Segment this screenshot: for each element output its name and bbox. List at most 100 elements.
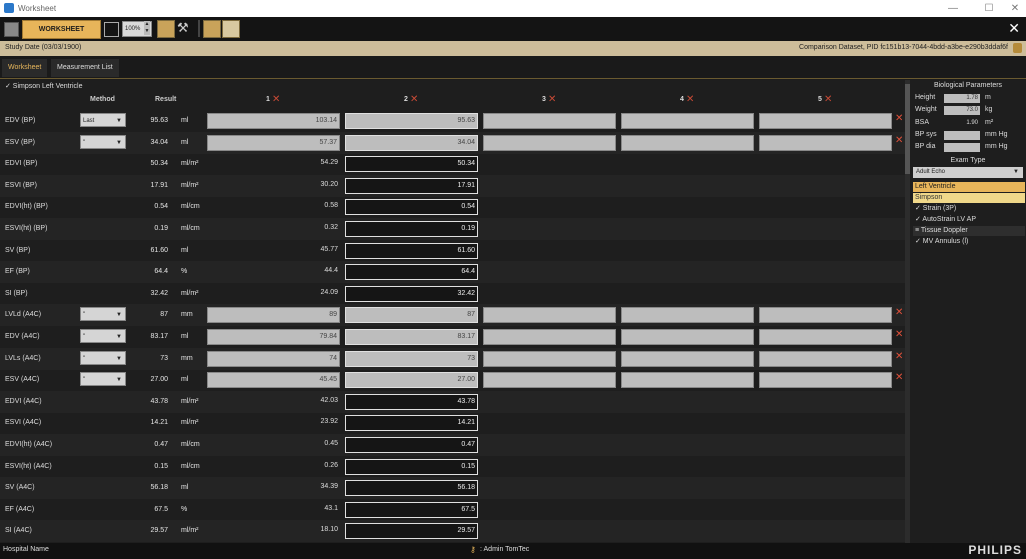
unit-label: ml/m²: [181, 527, 199, 535]
column-2-cell[interactable]: 0.47: [345, 437, 478, 453]
result-value: 73: [160, 354, 168, 362]
column-2-cell[interactable]: 17.91: [345, 177, 478, 194]
column-2-cell[interactable]: 95.63: [345, 113, 478, 129]
exam-item-simpson[interactable]: Simpson: [913, 193, 1025, 203]
column-4-cell[interactable]: [621, 350, 754, 367]
column-5-cell[interactable]: [759, 329, 892, 345]
delete-row-icon[interactable]: ✕: [895, 372, 903, 383]
method-dropdown[interactable]: " ▼: [80, 350, 126, 365]
tab-measurement-list[interactable]: Measurement List: [51, 59, 119, 77]
exam-item-mv-annulus[interactable]: ✓ MV Annulus (l): [913, 237, 1025, 247]
column-5-cell[interactable]: [759, 350, 892, 367]
method-value: ": [83, 312, 86, 319]
column-2-cell[interactable]: 83.17: [345, 329, 478, 345]
worksheet-button[interactable]: WORKSHEET: [22, 20, 101, 39]
table-row: ESVI(ht) (BP) 0.19 ml/cm 0.32 0.19: [0, 218, 905, 240]
bsa-unit: m²: [985, 119, 994, 126]
maximize-button[interactable]: ☐: [980, 2, 998, 15]
exam-type-select[interactable]: Adult Echo ▼: [913, 167, 1023, 178]
height-field[interactable]: 1.78: [944, 94, 980, 103]
tools-icon[interactable]: ⚒: [177, 20, 191, 36]
measurement-label: SV (BP): [5, 246, 31, 254]
column-2-cell[interactable]: 32.42: [345, 285, 478, 302]
column-2-cell[interactable]: 56.18: [345, 480, 478, 497]
column-2-cell[interactable]: 73: [345, 350, 478, 367]
delete-row-icon[interactable]: ✕: [895, 113, 903, 124]
table-row: SI (A4C) 29.57 ml/m² 18.10 29.57: [0, 520, 905, 543]
column-3-cell[interactable]: [483, 372, 616, 389]
column-1-cell[interactable]: 45.45: [207, 372, 340, 389]
result-value: 32.42: [150, 289, 168, 297]
column-1-cell[interactable]: 74: [207, 350, 340, 367]
user-key-icon: ⚷: [470, 545, 476, 554]
zoom-stepper[interactable]: ▲ ▼: [144, 21, 150, 35]
column-4-cell[interactable]: [621, 113, 754, 129]
window-close-button[interactable]: ✕: [1006, 2, 1024, 15]
column-4-cell[interactable]: [621, 307, 754, 324]
delete-row-icon[interactable]: ✕: [895, 329, 903, 340]
column-4-cell[interactable]: [621, 372, 754, 389]
column-1-delete-icon[interactable]: ✕: [272, 94, 280, 105]
chevron-down-icon: ▼: [116, 355, 122, 362]
method-dropdown[interactable]: " ▼: [80, 307, 126, 322]
column-4-cell[interactable]: [621, 134, 754, 151]
tab-worksheet[interactable]: Worksheet: [2, 59, 48, 77]
column-5-delete-icon[interactable]: ✕: [824, 94, 832, 105]
column-3-cell[interactable]: [483, 113, 616, 129]
delete-row-icon[interactable]: ✕: [895, 307, 903, 318]
hand-icon[interactable]: [157, 20, 175, 38]
method-dropdown[interactable]: " ▼: [80, 329, 126, 343]
minimize-button[interactable]: —: [944, 2, 962, 15]
grid-icon[interactable]: [4, 22, 19, 37]
method-dropdown[interactable]: " ▼: [80, 134, 126, 149]
column-3-delete-icon[interactable]: ✕: [548, 94, 556, 105]
close-worksheet-icon[interactable]: ✕: [1008, 20, 1020, 37]
column-1-cell[interactable]: 57.37: [207, 134, 340, 151]
column-2-cell[interactable]: 0.54: [345, 199, 478, 216]
method-dropdown[interactable]: " ▼: [80, 372, 126, 387]
column-2-cell[interactable]: 29.57: [345, 523, 478, 540]
column-2-cell[interactable]: 87: [345, 307, 478, 324]
exam-item-autostrain[interactable]: ✓ AutoStrain LV AP: [913, 215, 1025, 225]
column-3-cell[interactable]: [483, 350, 616, 367]
column-5-cell[interactable]: [759, 134, 892, 151]
copy-icon[interactable]: [203, 20, 221, 38]
column-2-cell[interactable]: 0.19: [345, 221, 478, 237]
column-2-cell[interactable]: 0.15: [345, 458, 478, 475]
column-1-cell[interactable]: 79.84: [207, 329, 340, 345]
column-2-cell[interactable]: 43.78: [345, 393, 478, 410]
column-3-cell[interactable]: [483, 134, 616, 151]
column-4-delete-icon[interactable]: ✕: [686, 94, 694, 105]
column-2-cell[interactable]: 34.04: [345, 134, 478, 151]
column-1-cell[interactable]: 89: [207, 307, 340, 324]
delete-row-icon[interactable]: ✕: [895, 135, 903, 146]
column-2-cell[interactable]: 61.60: [345, 242, 478, 259]
column-2-cell[interactable]: 50.34: [345, 156, 478, 173]
column-5-cell[interactable]: [759, 307, 892, 324]
column-4-cell[interactable]: [621, 329, 754, 345]
exam-item-left-ventricle[interactable]: Left Ventricle: [913, 182, 1025, 192]
column-3-cell[interactable]: [483, 329, 616, 345]
column-5-cell[interactable]: [759, 113, 892, 129]
report-icon[interactable]: [222, 20, 240, 38]
exam-item-tissue-doppler[interactable]: ≡ Tissue Doppler: [913, 226, 1025, 236]
column-2-delete-icon[interactable]: ✕: [410, 94, 418, 105]
lock-icon[interactable]: [1013, 43, 1022, 53]
chevron-down-icon: ▼: [116, 377, 122, 384]
column-2-cell[interactable]: 67.5: [345, 501, 478, 518]
column-3-cell[interactable]: [483, 307, 616, 324]
column-2-cell[interactable]: 14.21: [345, 415, 478, 432]
bp-dia-field[interactable]: [944, 143, 980, 152]
weight-field[interactable]: 73.0: [944, 106, 980, 115]
column-1-cell[interactable]: 103.14: [207, 113, 340, 129]
column-2-cell[interactable]: 27.00: [345, 372, 478, 389]
column-2-cell[interactable]: 64.4: [345, 264, 478, 281]
method-dropdown[interactable]: Last ▼: [80, 113, 126, 127]
table-row: ESVI (BP) 17.91 ml/m² 30.20 17.91: [0, 174, 905, 197]
column-5-cell[interactable]: [759, 372, 892, 389]
bp-sys-field[interactable]: [944, 131, 980, 140]
delete-row-icon[interactable]: ✕: [895, 351, 903, 362]
layout-icon[interactable]: [104, 22, 119, 37]
unit-label: ml/m²: [181, 181, 199, 189]
exam-item-strain[interactable]: ✓ Strain (3P): [913, 204, 1025, 214]
